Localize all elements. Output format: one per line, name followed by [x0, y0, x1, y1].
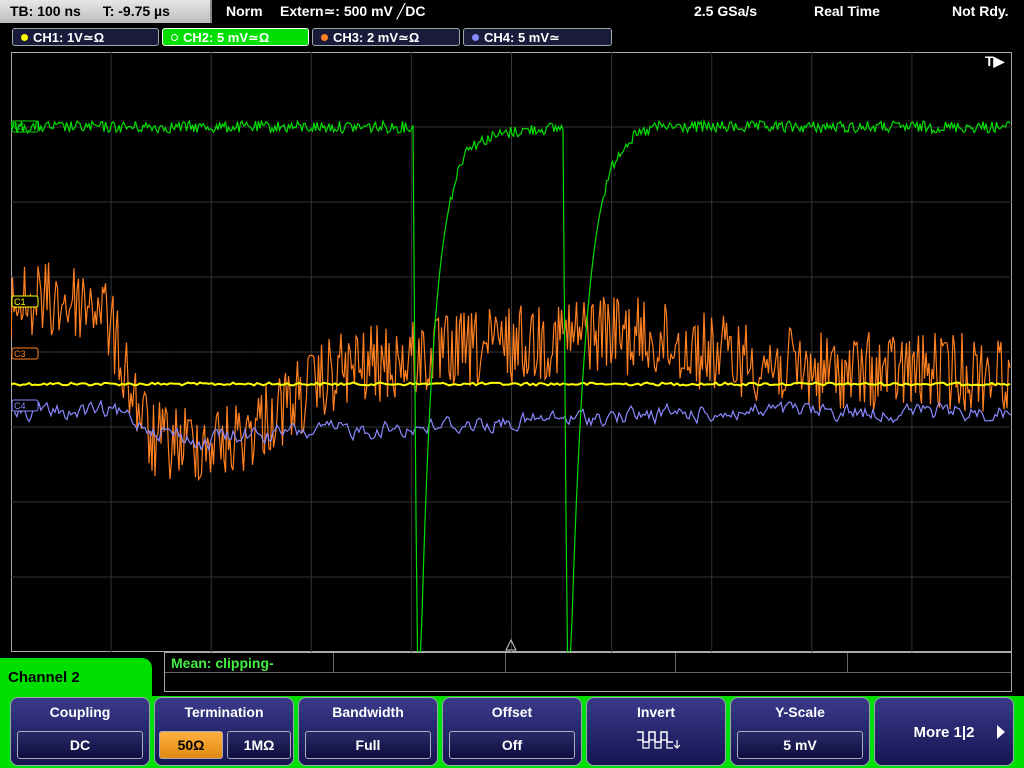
sample-rate: 2.5 GSa/s	[694, 3, 758, 19]
channel-tab-ch3[interactable]: CH3: 2 mV≃Ω	[312, 28, 460, 46]
channel-tab-label: CH1: 1V≃Ω	[33, 30, 105, 45]
svg-text:C4: C4	[14, 401, 26, 411]
invert-title: Invert	[636, 704, 676, 720]
ch1-color-dot	[21, 34, 28, 41]
trigger-source[interactable]: Extern≃: 500 mV ╱DC	[280, 0, 425, 23]
svg-text:C2: C2	[14, 122, 26, 132]
ch3-offset-marker[interactable]: C3	[11, 347, 39, 360]
ch1-offset-marker[interactable]: C1	[11, 295, 39, 308]
termination-50-ohm-option[interactable]: 50Ω	[159, 731, 223, 759]
coupling-title: Coupling	[49, 704, 111, 720]
channel-tab-ch4[interactable]: CH4: 5 mV≃	[463, 28, 612, 46]
channel-tab-label: CH2: 5 mV≃Ω	[183, 30, 270, 45]
trigger-mode[interactable]: Norm	[226, 0, 263, 23]
offset-value[interactable]: Off	[449, 731, 575, 759]
more-label: More 1|2	[913, 724, 975, 741]
offset-softkey[interactable]: Offset Off	[442, 697, 582, 766]
channel-tab-label: CH3: 2 mV≃Ω	[333, 30, 420, 45]
measurement-cell	[333, 653, 506, 673]
measurement-cell	[675, 653, 848, 673]
ch3-color-dot	[321, 34, 328, 41]
bandwidth-softkey[interactable]: Bandwidth Full	[298, 697, 438, 766]
channel-tab-ch1[interactable]: CH1: 1V≃Ω	[12, 28, 159, 46]
menu-title: Channel 2	[0, 658, 152, 698]
measurement-divider	[165, 672, 1011, 673]
svg-text:C1: C1	[14, 297, 26, 307]
measurement-cell	[505, 653, 676, 673]
status-bar: TB: 100 ns T: -9.75 µs Norm Extern≃: 500…	[0, 0, 1024, 24]
y-scale-softkey[interactable]: Y-Scale 5 mV	[730, 697, 870, 766]
invert-softkey[interactable]: Invert	[586, 697, 726, 766]
channel-tab-ch2[interactable]: CH2: 5 mV≃Ω	[162, 28, 309, 46]
offset-title: Offset	[491, 704, 533, 720]
coupling-softkey[interactable]: Coupling DC	[10, 697, 150, 766]
trigger-position-marker: T▶	[985, 53, 1006, 69]
right-arrow-icon	[997, 725, 1005, 739]
svg-text:C3: C3	[14, 349, 26, 359]
timebase-box[interactable]: TB: 100 ns T: -9.75 µs	[0, 0, 212, 23]
waveform-plot[interactable]: C2 C1 C3 C4 T▶	[11, 52, 1012, 652]
timebase-readout: TB: 100 ns	[10, 3, 81, 19]
measurement-mean-readout: Mean: clipping-	[171, 655, 274, 671]
ch2-color-dot	[171, 34, 178, 41]
bandwidth-title: Bandwidth	[332, 704, 404, 720]
termination-title: Termination	[184, 704, 264, 720]
more-softkey[interactable]: More 1|2	[874, 697, 1014, 766]
coupling-value[interactable]: DC	[17, 731, 143, 759]
measurement-panel[interactable]: Mean: clipping-	[164, 652, 1012, 692]
termination-1m-ohm-option[interactable]: 1MΩ	[227, 731, 291, 759]
y-scale-value[interactable]: 5 mV	[737, 731, 863, 759]
ch3-waveform	[11, 262, 1011, 482]
acquisition-mode: Real Time	[814, 3, 880, 19]
ch4-color-dot	[472, 34, 479, 41]
run-state: Not Rdy.	[952, 3, 1009, 19]
ch4-offset-marker[interactable]: C4	[11, 399, 39, 412]
bandwidth-value[interactable]: Full	[305, 731, 431, 759]
trigger-time-readout: T: -9.75 µs	[102, 3, 170, 19]
channel-tab-label: CH4: 5 mV≃	[484, 30, 560, 45]
termination-softkey[interactable]: Termination 50Ω 1MΩ	[154, 697, 294, 766]
inverted-waveform-icon	[637, 731, 681, 749]
y-scale-title: Y-Scale	[775, 704, 825, 720]
